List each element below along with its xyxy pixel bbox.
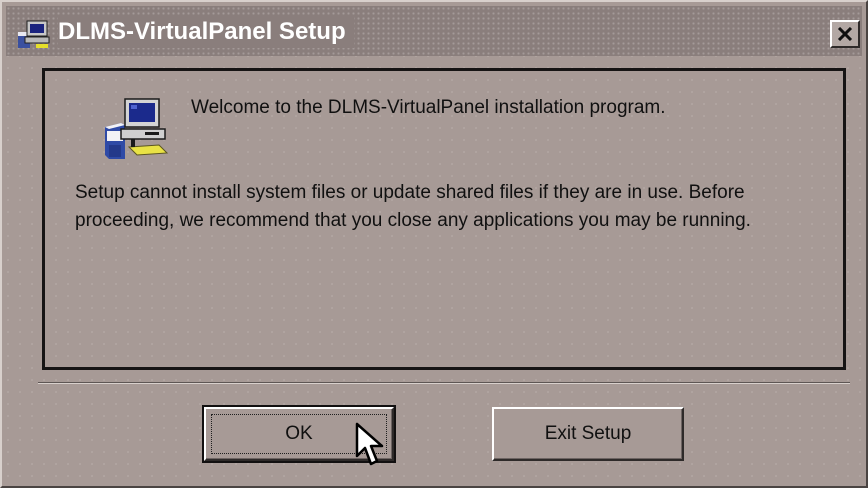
welcome-panel: Welcome to the DLMS-VirtualPanel install… <box>42 68 846 370</box>
welcome-heading: Welcome to the DLMS-VirtualPanel install… <box>191 97 666 118</box>
title-bar[interactable]: DLMS-VirtualPanel Setup <box>6 6 862 56</box>
separator-line <box>38 382 850 384</box>
close-x-icon <box>837 27 853 41</box>
setup-message: Setup cannot install system files or upd… <box>75 182 751 231</box>
exit-setup-button[interactable]: Exit Setup <box>492 407 684 461</box>
setup-computer-icon <box>105 98 169 159</box>
window-title: DLMS-VirtualPanel Setup <box>58 16 354 48</box>
setup-computer-icon <box>18 20 50 48</box>
exit-setup-button-label: Exit Setup <box>544 423 632 444</box>
setup-window: DLMS-VirtualPanel Setup Welcome to the D… <box>0 0 868 488</box>
mouse-pointer-icon <box>355 422 384 466</box>
close-button[interactable] <box>830 20 860 48</box>
